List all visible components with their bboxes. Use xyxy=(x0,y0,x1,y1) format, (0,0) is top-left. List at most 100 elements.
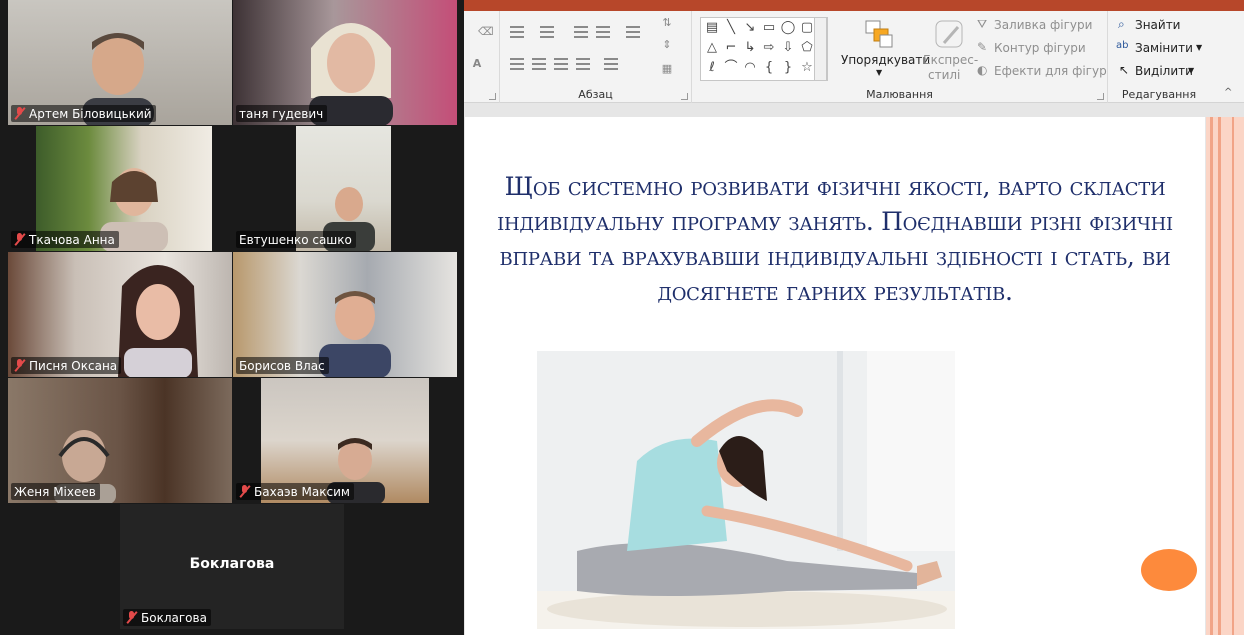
text-direction-icon[interactable]: ⇅ xyxy=(660,17,674,29)
columns-icon[interactable] xyxy=(604,58,618,70)
participant-tile[interactable]: Артем Біловицький xyxy=(8,0,232,125)
zoom-gallery-view: Артем Біловицький таня гудевич Ткачова А… xyxy=(0,0,464,635)
participant-name-label: таня гудевич xyxy=(236,105,328,122)
participant-tile[interactable]: Бахаэв Максим xyxy=(233,378,457,503)
brace-left-icon[interactable]: { xyxy=(761,60,777,76)
shapes-gallery[interactable]: ▤ ╲ ↘ ▭ ◯ ▢ △ ⌐ ↳ ⇨ ⇩ ⬠ ℓ ⌒ ◠ { } ☆ xyxy=(700,17,828,81)
line-shape-icon[interactable]: ╲ xyxy=(723,20,739,36)
muted-mic-icon xyxy=(14,233,26,246)
participant-name-label: Артем Біловицький xyxy=(11,105,156,122)
muted-mic-icon xyxy=(239,485,251,498)
curve-shape-icon[interactable]: ⌒ xyxy=(723,60,739,76)
numbering-icon[interactable] xyxy=(540,26,554,38)
align-text-icon[interactable]: ⇕ xyxy=(660,39,674,51)
down-arrow-shape-icon[interactable]: ⇩ xyxy=(780,40,796,56)
arrange-icon xyxy=(865,20,893,48)
smartart-icon[interactable]: ▦ xyxy=(660,63,674,75)
participant-tile[interactable]: Ткачова Анна xyxy=(8,126,232,251)
decrease-indent-icon[interactable] xyxy=(574,26,588,38)
powerpoint-window: ⌫ A ⇅ ⇕ ▦ Абзац ▤ ╲ ↘ ▭ ◯ ▢ △ ⌐ ↳ ⇨ ⇩ ⬠ … xyxy=(464,0,1244,635)
group-expand-icon[interactable] xyxy=(1097,93,1104,100)
find-icon[interactable]: ⌕ xyxy=(1118,17,1125,32)
participant-name-label: Боклагова xyxy=(123,609,211,626)
muted-mic-icon xyxy=(14,107,26,120)
ribbon-group-editing: ⌕ Знайти ab Замінити ▼ ↖ Виділити ▼ Реда… xyxy=(1108,11,1210,103)
replace-icon[interactable]: ab xyxy=(1116,40,1128,51)
justify-icon[interactable] xyxy=(576,58,590,70)
select-icon[interactable]: ↖ xyxy=(1119,63,1129,77)
bullets-icon[interactable] xyxy=(510,26,524,38)
elbow-arrow-icon[interactable]: ↳ xyxy=(742,40,758,56)
arrange-dropdown-icon[interactable]: ▼ xyxy=(876,68,882,77)
find-button[interactable]: Знайти xyxy=(1135,18,1180,32)
arrange-button[interactable]: Упорядкувати xyxy=(841,53,930,67)
slide-picture[interactable] xyxy=(537,351,955,629)
clear-format-icon[interactable]: ⌫ xyxy=(478,26,494,38)
replace-dropdown-icon[interactable]: ▼ xyxy=(1196,43,1202,52)
freeform-shape-icon[interactable]: ℓ xyxy=(704,60,720,76)
increase-indent-icon[interactable] xyxy=(596,26,610,38)
elbow-connector-icon[interactable]: ⌐ xyxy=(723,40,739,56)
participant-tile-video-off[interactable]: Боклагова Боклагова xyxy=(120,504,344,629)
participant-tile-active-speaker[interactable]: Борисов Влас xyxy=(233,252,457,377)
shapes-gallery-scroll[interactable] xyxy=(814,17,827,81)
collapse-ribbon-icon[interactable]: ^ xyxy=(1224,87,1232,98)
arrow-line-shape-icon[interactable]: ↘ xyxy=(742,20,758,36)
ribbon-group-drawing: ▤ ╲ ↘ ▭ ◯ ▢ △ ⌐ ↳ ⇨ ⇩ ⬠ ℓ ⌒ ◠ { } ☆ Упор… xyxy=(692,11,1108,103)
participant-tile[interactable]: Женя Міхеев xyxy=(8,378,232,503)
select-dropdown-icon[interactable]: ▼ xyxy=(1188,66,1194,75)
oval-shape-icon[interactable]: ◯ xyxy=(780,20,796,36)
participant-tile[interactable]: таня гудевич xyxy=(233,0,457,125)
group-expand-icon[interactable] xyxy=(489,93,496,100)
group-label-editing: Редагування xyxy=(1121,88,1197,101)
participant-name-label: Борисов Влас xyxy=(236,357,329,374)
align-right-icon[interactable] xyxy=(554,58,568,70)
replace-button[interactable]: Замінити xyxy=(1135,41,1193,55)
align-left-icon[interactable] xyxy=(510,58,524,70)
quick-styles-icon xyxy=(935,20,963,48)
star-shape-icon[interactable]: ☆ xyxy=(799,60,815,76)
muted-mic-icon xyxy=(126,611,138,624)
participant-tile[interactable]: Евтушенко сашко xyxy=(233,126,457,251)
slide-canvas[interactable]: Щоб системно розвивати фізичні якості, в… xyxy=(465,117,1205,635)
participant-name-label: Писня Оксана xyxy=(11,357,122,374)
arc-shape-icon[interactable]: ◠ xyxy=(742,60,758,76)
shape-fill-icon[interactable]: ⛛ xyxy=(977,17,987,32)
shape-outline-icon[interactable]: ✎ xyxy=(977,40,987,54)
align-center-icon[interactable] xyxy=(532,58,546,70)
participant-name-label: Ткачова Анна xyxy=(11,231,119,248)
shape-effects-icon[interactable]: ◐ xyxy=(977,63,987,77)
line-spacing-icon[interactable] xyxy=(626,26,640,38)
shape-fill-button[interactable]: Заливка фігури xyxy=(994,18,1092,32)
triangle-shape-icon[interactable]: △ xyxy=(704,40,720,56)
group-expand-icon[interactable] xyxy=(681,93,688,100)
participant-tile[interactable]: Писня Оксана xyxy=(8,252,232,377)
shape-effects-button[interactable]: Ефекти для фігур xyxy=(994,64,1107,78)
shape-outline-button[interactable]: Контур фігури xyxy=(994,41,1086,55)
textbox-shape-icon[interactable]: ▤ xyxy=(704,20,720,36)
ribbon-group-paragraph: ⇅ ⇕ ▦ Абзац xyxy=(500,11,692,103)
title-bar xyxy=(464,0,1244,11)
font-color-icon[interactable]: A xyxy=(470,58,484,70)
pentagon-shape-icon[interactable]: ⬠ xyxy=(799,40,815,56)
slide-text-box[interactable]: Щоб системно розвивати фізичні якості, в… xyxy=(475,169,1195,309)
rectangle-shape-icon[interactable]: ▭ xyxy=(761,20,777,36)
orange-oval-shape[interactable] xyxy=(1141,549,1197,591)
participant-display-name: Боклагова xyxy=(189,556,275,572)
participant-name-label: Женя Міхеев xyxy=(11,483,100,500)
participant-name-label: Бахаэв Максим xyxy=(236,483,354,500)
slide-decor-stripes xyxy=(1206,117,1244,635)
brace-right-icon[interactable]: } xyxy=(780,60,796,76)
muted-mic-icon xyxy=(14,359,26,372)
slide-editing-area: Щоб системно розвивати фізичні якості, в… xyxy=(464,104,1244,635)
quick-styles-label-1[interactable]: Експрес- xyxy=(923,53,978,67)
quick-styles-label-2[interactable]: стилі xyxy=(928,68,960,82)
right-arrow-shape-icon[interactable]: ⇨ xyxy=(761,40,777,56)
rounded-rect-shape-icon[interactable]: ▢ xyxy=(799,20,815,36)
group-label-paragraph: Абзац xyxy=(578,88,613,101)
group-label-drawing: Малювання xyxy=(866,88,933,101)
ribbon-group-font-partial: ⌫ A xyxy=(464,11,500,103)
ribbon: ⌫ A ⇅ ⇕ ▦ Абзац ▤ ╲ ↘ ▭ ◯ ▢ △ ⌐ ↳ ⇨ ⇩ ⬠ … xyxy=(464,11,1244,103)
select-button[interactable]: Виділити xyxy=(1135,64,1193,78)
stretching-woman-image xyxy=(537,351,955,629)
